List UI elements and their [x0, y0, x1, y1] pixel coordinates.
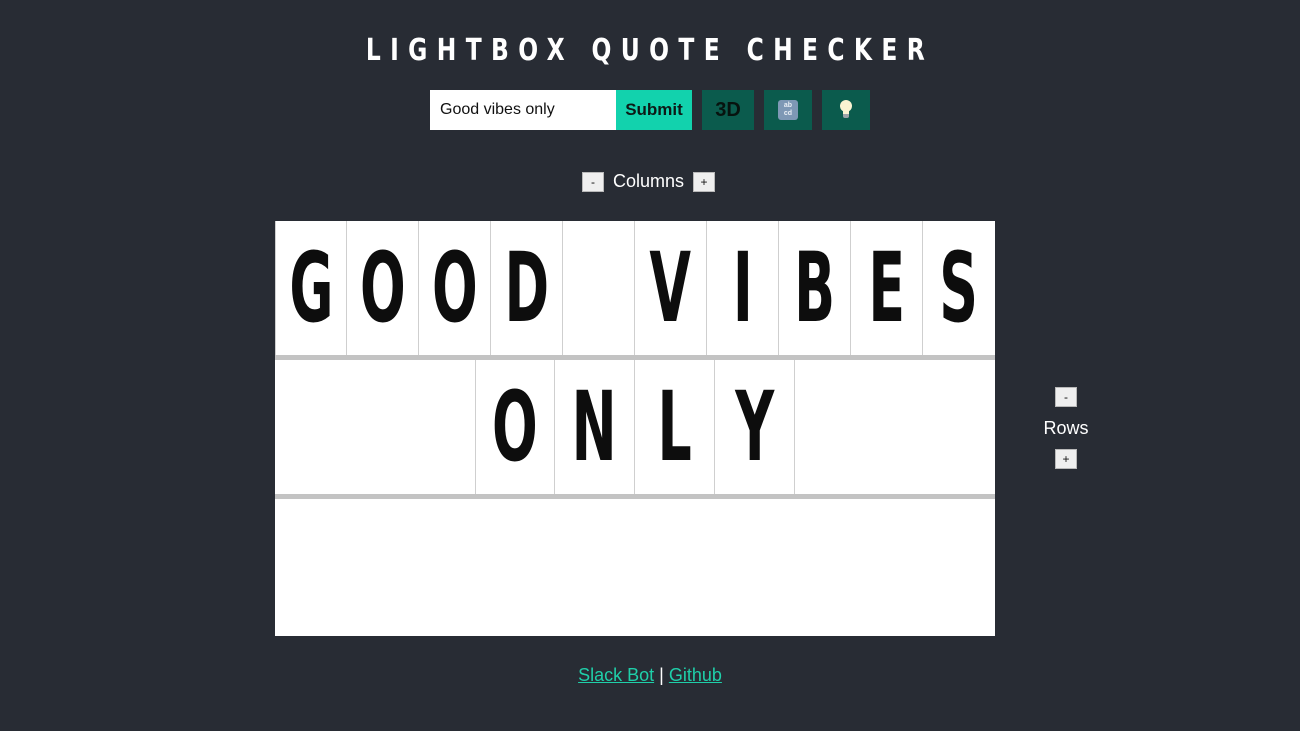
letter-tile: I	[707, 221, 779, 355]
light-bulb-icon	[839, 100, 853, 120]
footer-separator: |	[659, 665, 664, 685]
letter-tile	[563, 221, 635, 355]
abcd-icon-top: ab	[783, 102, 793, 109]
letter-tile: V	[635, 221, 707, 355]
letter-tile: L	[635, 360, 715, 494]
page-title: LIGHTBOX QUOTE CHECKER	[365, 33, 935, 68]
page: LIGHTBOX QUOTE CHECKER Submit 3D ab cd -…	[0, 0, 1300, 731]
lightbox-board: G O O D V I B E S O N L Y	[275, 221, 995, 636]
columns-label: Columns	[613, 171, 685, 191]
letter-tile: G	[275, 221, 347, 355]
rows-decrease-button[interactable]: -	[1055, 387, 1077, 407]
columns-increase-button[interactable]: +	[693, 171, 716, 192]
letter-tile: E	[851, 221, 923, 355]
columns-decrease-button[interactable]: -	[582, 171, 604, 192]
rows-label: Rows	[1043, 418, 1089, 438]
rows-control: - Rows +	[1040, 387, 1092, 469]
letter-tile: D	[491, 221, 563, 355]
letter-tile: S	[939, 232, 979, 344]
letter-tile: B	[779, 221, 851, 355]
quote-input[interactable]	[430, 90, 616, 130]
abcd-icon: ab cd	[778, 100, 798, 120]
footer: Slack Bot | Github	[0, 665, 1300, 686]
slack-bot-link[interactable]: Slack Bot	[578, 665, 654, 685]
github-link[interactable]: Github	[669, 665, 722, 685]
board-row-1: G O O D V I B E S	[275, 221, 995, 360]
font-toggle-button[interactable]: ab cd	[764, 90, 812, 130]
submit-button[interactable]: Submit	[616, 90, 692, 130]
abcd-icon-bottom: cd	[783, 110, 793, 117]
quote-toolbar: Submit 3D ab cd	[430, 90, 870, 130]
board-row-2: O N L Y	[275, 360, 995, 499]
letter-tile: O	[475, 360, 555, 494]
letter-tile: O	[347, 221, 419, 355]
board-row-3	[275, 499, 995, 636]
light-toggle-button[interactable]	[822, 90, 870, 130]
letter-tile: Y	[715, 360, 795, 494]
letter-tile: O	[419, 221, 491, 355]
columns-control: - Columns +	[582, 171, 716, 192]
rows-increase-button[interactable]: +	[1055, 449, 1077, 469]
letter-tile: N	[555, 360, 635, 494]
3d-toggle-button[interactable]: 3D	[702, 90, 754, 130]
